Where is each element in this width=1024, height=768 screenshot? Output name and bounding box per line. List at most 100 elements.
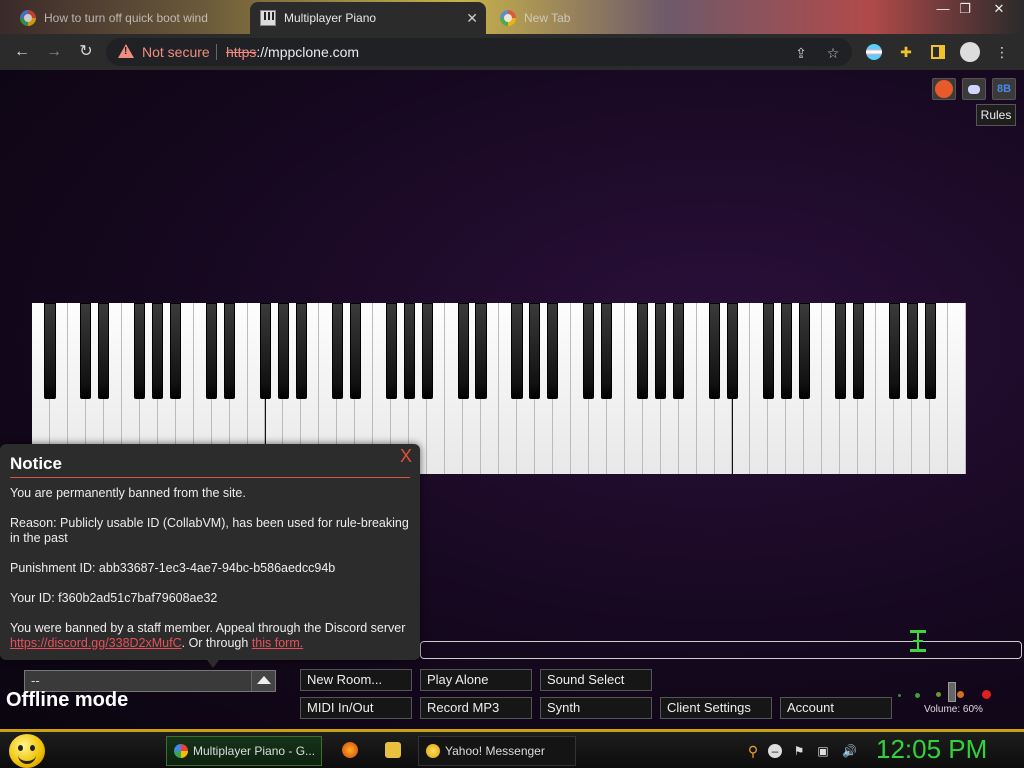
piano-black-key[interactable] xyxy=(349,303,361,399)
taskbar-clock[interactable]: 12:05 PM xyxy=(876,734,987,765)
piano-black-key[interactable] xyxy=(152,303,164,399)
address-bar[interactable]: Not secure https://mppclone.com ⇪ ☆ xyxy=(106,38,852,66)
piano-black-key[interactable] xyxy=(511,303,523,399)
action-center-flag-icon[interactable]: ⚑ xyxy=(792,744,806,758)
piano-black-key[interactable] xyxy=(259,303,272,399)
search-icon[interactable]: ⚲ xyxy=(746,744,760,758)
hub-button[interactable]: 8B xyxy=(992,78,1016,100)
piano-black-key[interactable] xyxy=(708,303,721,399)
reddit-icon xyxy=(935,80,953,98)
piano-black-key[interactable] xyxy=(277,303,290,399)
url-host: ://mppclone.com xyxy=(256,44,360,60)
firefox-icon[interactable] xyxy=(342,742,358,758)
start-button[interactable] xyxy=(9,734,45,768)
close-tab-icon[interactable]: ✕ xyxy=(466,10,478,27)
user-id: Your ID: f360b2ad51c7baf79608ae32 xyxy=(10,591,218,605)
piano-black-key[interactable] xyxy=(80,303,92,399)
piano-black-key[interactable] xyxy=(780,303,792,399)
google-icon xyxy=(20,10,36,26)
play-alone-button[interactable]: Play Alone xyxy=(420,669,532,691)
notice-pointer xyxy=(207,660,219,668)
client-settings-button[interactable]: Client Settings xyxy=(660,697,772,719)
share-icon[interactable]: ⇪ xyxy=(792,44,810,62)
piano-black-key[interactable] xyxy=(547,303,559,399)
network-icon[interactable]: ▣ xyxy=(816,744,830,758)
piano-black-key[interactable] xyxy=(655,303,667,399)
tab-how-to-turn-off-quick-boot[interactable]: How to turn off quick boot wind xyxy=(10,2,246,34)
chevron-up-icon[interactable] xyxy=(251,671,275,691)
appeal-form-link[interactable]: this form. xyxy=(252,636,303,650)
chat-input[interactable] xyxy=(420,641,1022,659)
forward-button[interactable]: → xyxy=(44,42,64,62)
taskbar-item-multiplayer-piano[interactable]: Multiplayer Piano - G... xyxy=(166,736,322,766)
chrome-icon xyxy=(174,744,188,758)
bookmark-star-icon[interactable]: ☆ xyxy=(824,44,842,62)
messenger-status-icon[interactable]: – xyxy=(768,744,782,758)
piano-black-key[interactable] xyxy=(529,303,541,399)
piano-black-key[interactable] xyxy=(798,303,810,399)
url-text[interactable]: https://mppclone.com xyxy=(226,44,359,60)
side-panel-icon[interactable] xyxy=(928,42,948,62)
tab-new-tab[interactable]: New Tab xyxy=(490,2,640,34)
piano-black-key[interactable] xyxy=(852,303,864,399)
piano-black-key[interactable] xyxy=(44,303,56,399)
piano-black-key[interactable] xyxy=(206,303,218,399)
piano-black-key[interactable] xyxy=(888,303,900,399)
taskbar: Multiplayer Piano - G... Yahoo! Messenge… xyxy=(0,729,1024,768)
sound-select-button[interactable]: Sound Select xyxy=(540,669,652,691)
profile-avatar[interactable] xyxy=(960,42,980,62)
security-label[interactable]: Not secure xyxy=(142,44,210,60)
piano-black-key[interactable] xyxy=(924,303,936,399)
piano-black-key[interactable] xyxy=(134,303,146,399)
piano-black-key[interactable] xyxy=(762,303,774,399)
tab-multiplayer-piano[interactable]: Multiplayer Piano ✕ xyxy=(250,2,486,34)
rules-button[interactable]: Rules xyxy=(976,104,1016,126)
reddit-button[interactable] xyxy=(932,78,956,100)
back-button[interactable]: ← xyxy=(12,42,32,62)
piano-black-key[interactable] xyxy=(224,303,236,399)
piano-black-key[interactable] xyxy=(403,303,415,399)
notice-close-button[interactable]: X xyxy=(400,446,412,467)
record-mp3-button[interactable]: Record MP3 xyxy=(420,697,532,719)
piano-black-key[interactable] xyxy=(457,303,469,399)
offline-mode-label: Offline mode xyxy=(6,689,129,711)
extension-flag-icon[interactable] xyxy=(864,42,884,62)
piano-black-key[interactable] xyxy=(583,303,595,399)
piano-black-key[interactable] xyxy=(385,303,397,399)
piano-black-key[interactable] xyxy=(331,303,343,399)
extensions-puzzle-icon[interactable]: ✚ xyxy=(896,42,916,62)
browser-toolbar: ← → ↻ Not secure https://mppclone.com ⇪ … xyxy=(0,34,1024,70)
discord-invite-link[interactable]: https://discord.gg/338D2xMufC xyxy=(10,636,182,650)
piano-black-key[interactable] xyxy=(673,303,685,399)
volume-knob[interactable] xyxy=(948,682,956,702)
piano-black-key[interactable] xyxy=(421,303,433,399)
close-window-button[interactable]: ✕ xyxy=(986,0,1012,20)
piano-white-key[interactable] xyxy=(948,303,966,474)
notice-title: Notice xyxy=(10,454,62,473)
taskbar-item-label: Multiplayer Piano - G... xyxy=(193,744,316,758)
new-room-button[interactable]: New Room... xyxy=(300,669,412,691)
discord-button[interactable] xyxy=(962,78,986,100)
reload-button[interactable]: ↻ xyxy=(76,42,96,62)
piano-black-key[interactable] xyxy=(726,303,739,399)
volume-slider[interactable]: Volume: 60% xyxy=(896,676,1000,720)
piano-black-key[interactable] xyxy=(295,303,307,399)
speaker-icon[interactable]: 🔊 xyxy=(842,744,857,758)
piano-black-key[interactable] xyxy=(834,303,846,399)
menu-kebab-icon[interactable]: ⋮ xyxy=(992,42,1012,62)
notice-divider xyxy=(10,477,410,478)
piano-black-key[interactable] xyxy=(906,303,918,399)
restore-button[interactable]: ❐ xyxy=(952,0,978,20)
piano-black-key[interactable] xyxy=(601,303,613,399)
folder-icon[interactable] xyxy=(385,742,401,758)
midi-in-out-button[interactable]: MIDI In/Out xyxy=(300,697,412,719)
piano-black-key[interactable] xyxy=(637,303,649,399)
volume-label: Volume: 60% xyxy=(924,704,983,715)
url-scheme: https xyxy=(226,44,257,60)
taskbar-item-yahoo-messenger[interactable]: Yahoo! Messenger xyxy=(418,736,576,766)
piano-black-key[interactable] xyxy=(475,303,487,399)
synth-button[interactable]: Synth xyxy=(540,697,652,719)
piano-black-key[interactable] xyxy=(98,303,110,399)
account-button[interactable]: Account xyxy=(780,697,892,719)
piano-black-key[interactable] xyxy=(170,303,182,399)
